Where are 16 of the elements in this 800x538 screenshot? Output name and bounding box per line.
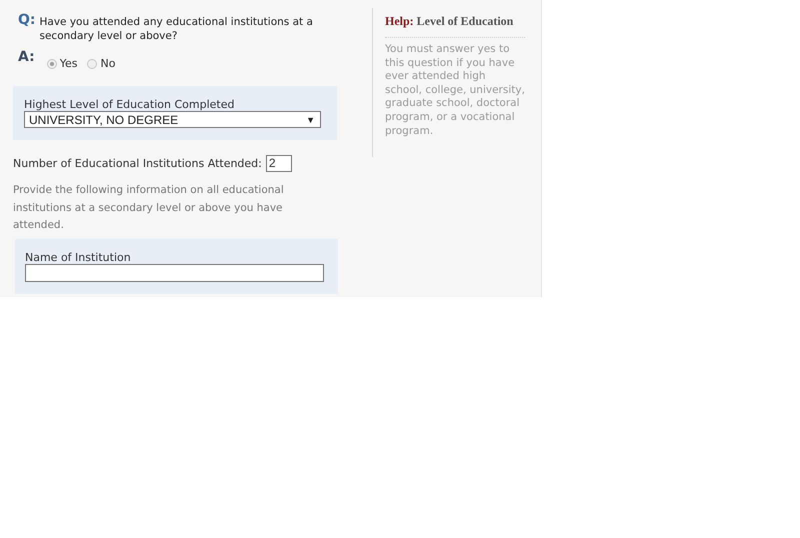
radio-label[interactable]: Yes [60,57,78,70]
help-text: You must answer yes to this question if you have ever attended high school, college, university, graduate school, doctoral program, or a vocational program. [385,43,525,138]
count-input-field[interactable]: 2 [266,155,292,172]
help-title: Help: Level of Education [385,8,525,38]
institution-input-field[interactable] [25,264,324,282]
field-label: Name of Institution [25,250,132,264]
education-dropdown[interactable]: UNIVERSITY, NO DEGREE ▼ [24,111,321,128]
question-text: Have you attended any educational institutions at a secondary level or above? [40,15,314,43]
instructions-text: Provide the following information on all educational institutions at a secondary level or above you have attended. [13,183,285,233]
field-label: Number of Educational Institutions Attended: [13,157,262,170]
answer-label: A: [18,49,35,65]
field-label: Highest Level of Education Completed [24,98,236,111]
radio-button[interactable] [87,58,98,68]
radio-label[interactable]: No [100,57,116,70]
question-label: Q: [18,12,36,28]
radio-button[interactable] [46,58,57,68]
